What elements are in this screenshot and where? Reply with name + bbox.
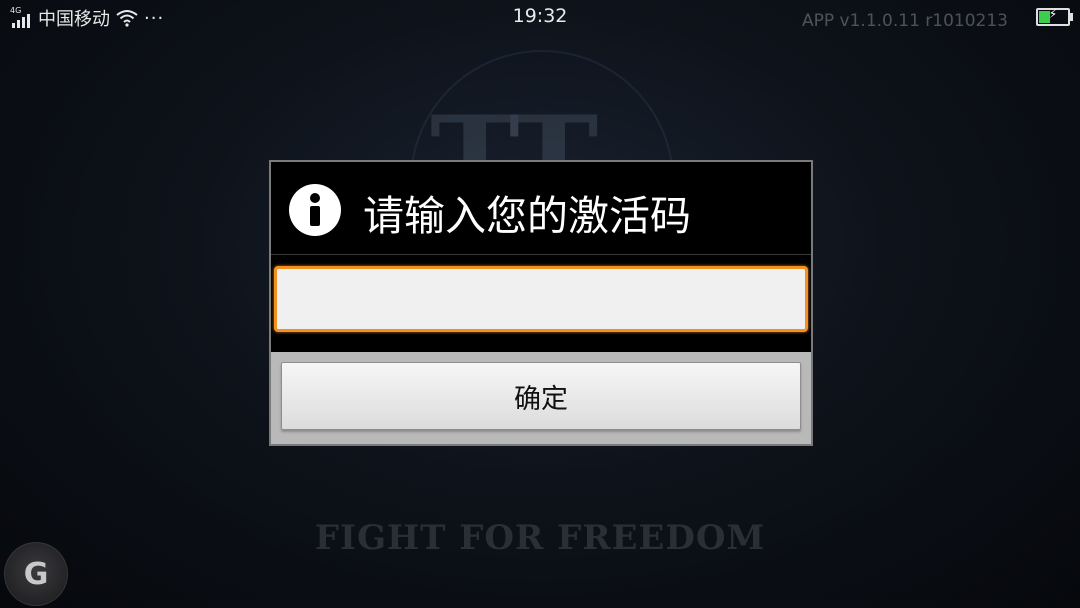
dialog-title: 请输入您的激活码 xyxy=(363,192,691,240)
floating-g-button[interactable]: G xyxy=(4,542,68,606)
battery-icon: ⚡ xyxy=(1036,7,1073,26)
g-logo-icon: G xyxy=(23,556,49,592)
activation-code-input[interactable] xyxy=(274,266,808,332)
dialog-divider xyxy=(271,254,811,255)
info-icon xyxy=(289,184,341,236)
game-screen: TT FIGHT FOR FREEDOM 4G 中国移动 ··· xyxy=(0,0,1080,608)
charging-icon: ⚡ xyxy=(1048,7,1058,21)
dialog-header: 请输入您的激活码 xyxy=(271,162,811,254)
activation-dialog: 请输入您的激活码 确定 xyxy=(269,160,813,446)
confirm-button[interactable]: 确定 xyxy=(281,362,801,430)
game-tagline: FIGHT FOR FREEDOM xyxy=(314,518,766,558)
status-bar: 4G 中国移动 ··· 19:32 APP v1.1.0.11 r1010213 xyxy=(0,0,1080,34)
app-version: APP v1.1.0.11 r1010213 xyxy=(802,11,1008,31)
dialog-footer: 确定 xyxy=(271,352,811,444)
